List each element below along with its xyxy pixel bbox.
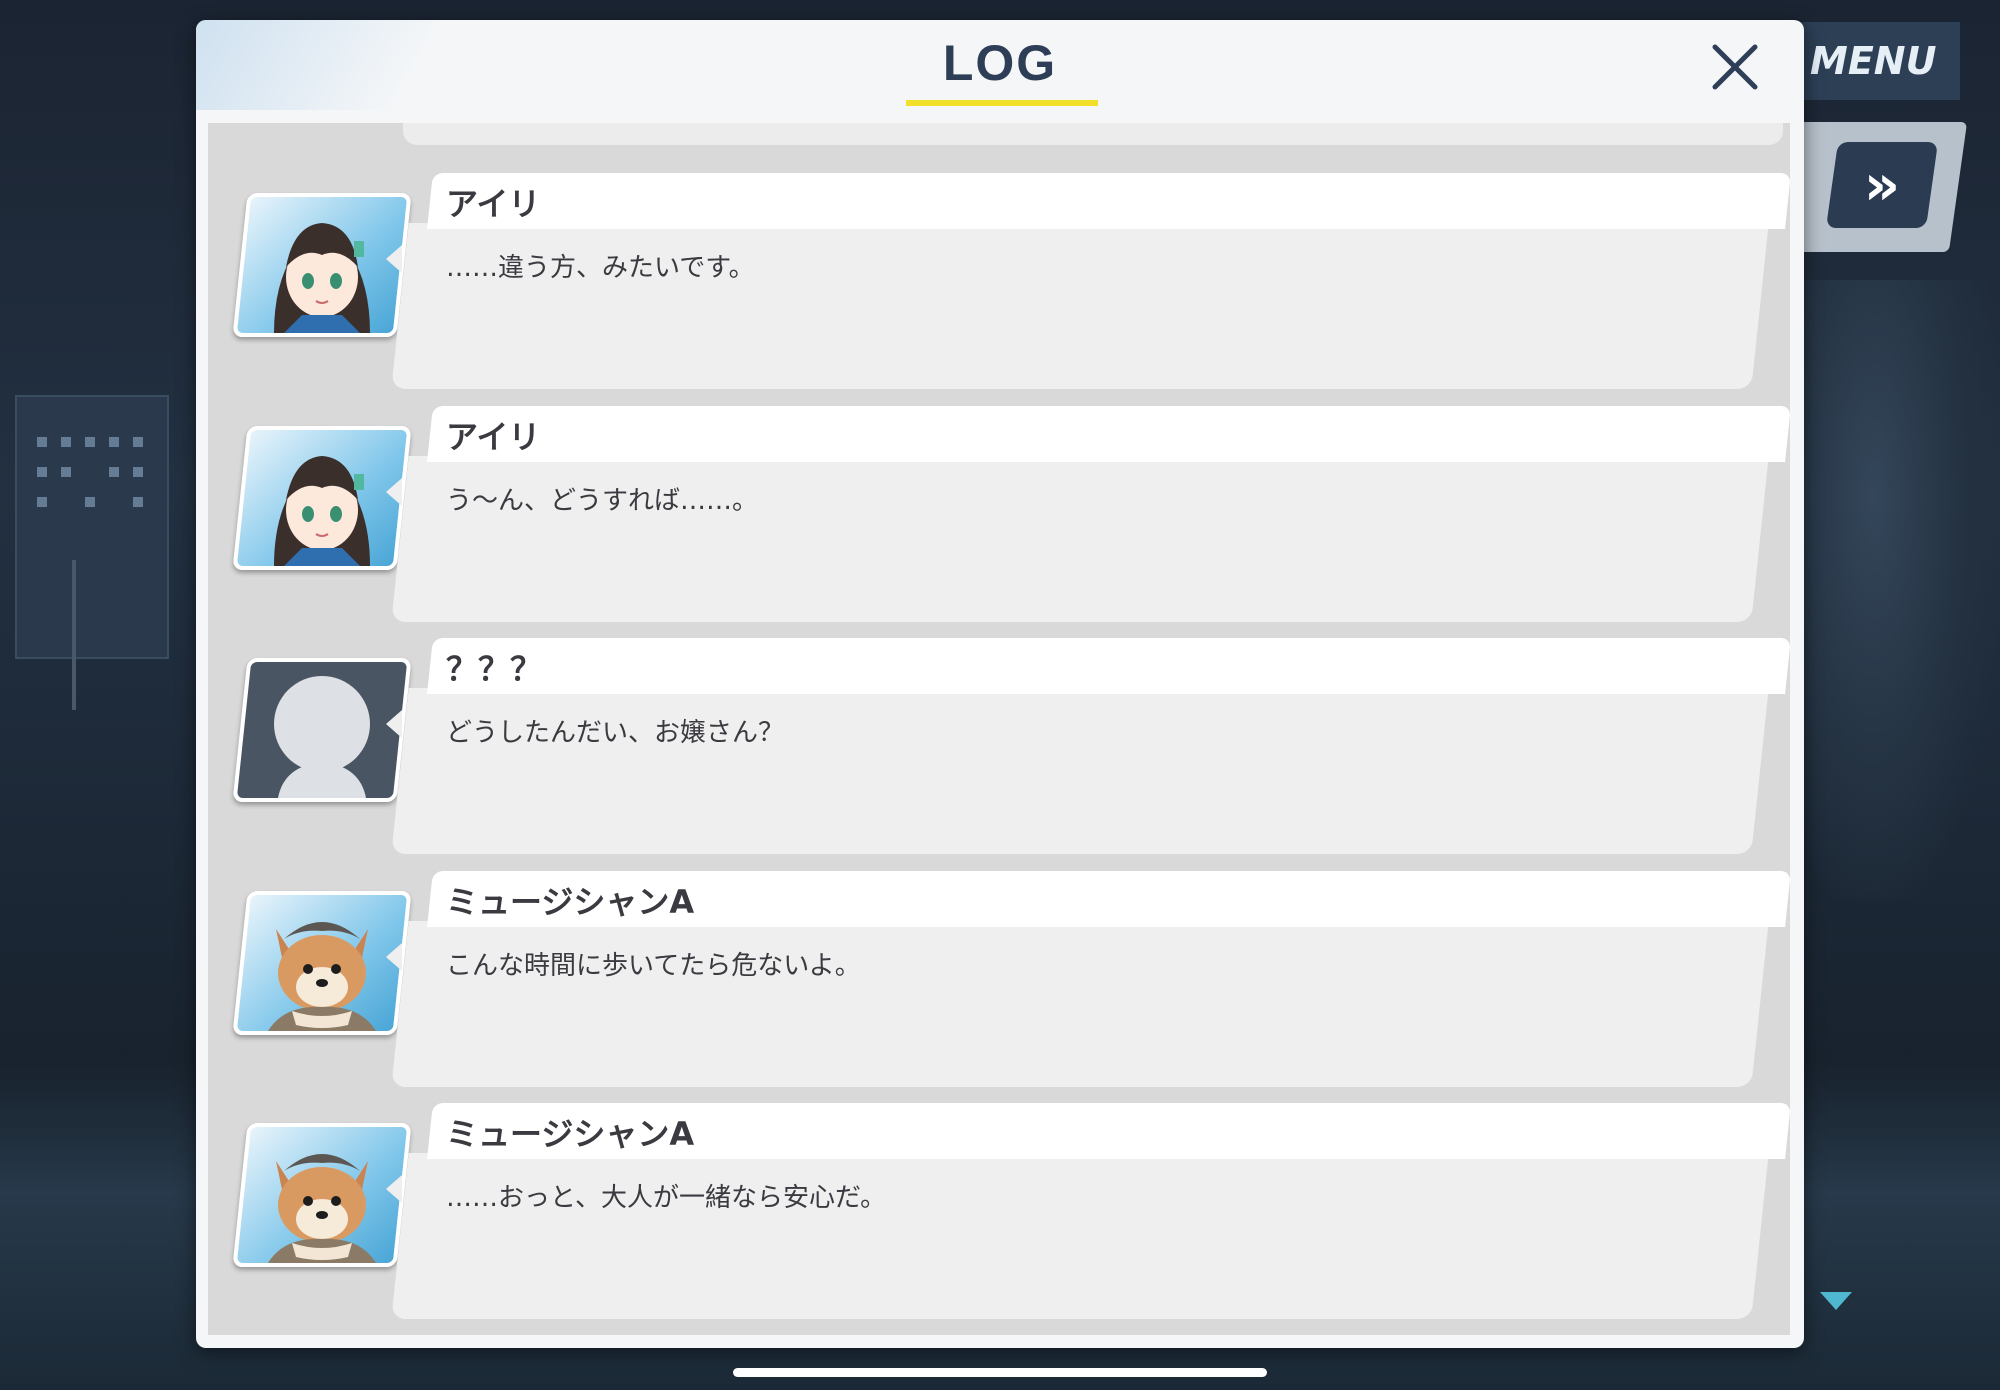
dialogue-bubble: ミュージシャンA こんな時間に歩いてたら危ないよ。 bbox=[386, 871, 1790, 1087]
log-entry: ？？？ どうしたんだい、お嬢さん？ bbox=[208, 638, 1790, 858]
speaker-name: アイリ bbox=[446, 418, 541, 456]
dialogue-text: ……違う方、みたいです。 bbox=[446, 253, 755, 283]
dialogue-bubble: アイリ ……違う方、みたいです。 bbox=[386, 173, 1790, 389]
bubble-tail bbox=[386, 245, 402, 273]
airi-portrait-icon bbox=[274, 456, 370, 566]
log-panel: LOG アイリ ……違う方、みたいです。 アイリ う～ん、どうすれば……。 ？？… bbox=[196, 20, 1804, 1348]
background-streetlamp bbox=[72, 560, 76, 710]
fast-forward-button[interactable]: » bbox=[1825, 142, 1939, 228]
log-entry: アイリ ……違う方、みたいです。 bbox=[208, 173, 1790, 393]
bubble-tail bbox=[386, 943, 402, 971]
background-tree bbox=[1790, 280, 2000, 900]
unknown-silhouette-icon bbox=[274, 676, 370, 798]
speaker-name: ？？？ bbox=[446, 650, 543, 688]
avatar bbox=[232, 658, 412, 802]
bubble-tail bbox=[386, 478, 402, 506]
previous-entry-partial bbox=[403, 123, 1783, 145]
dog-musician-portrait-icon bbox=[268, 1154, 376, 1263]
dialogue-bubble: ミュージシャンA ……おっと、大人が一緒なら安心だ。 bbox=[386, 1103, 1790, 1319]
dialogue-text: どうしたんだい、お嬢さん？ bbox=[446, 718, 785, 748]
avatar bbox=[232, 193, 412, 337]
scroll-down-indicator-icon[interactable] bbox=[1820, 1292, 1852, 1310]
bubble-tail bbox=[386, 1175, 402, 1203]
log-entry: アイリ う～ん、どうすれば……。 bbox=[208, 406, 1790, 626]
dialogue-bubble: アイリ う～ん、どうすれば……。 bbox=[386, 406, 1790, 622]
speaker-name: ミュージシャンA bbox=[446, 883, 695, 921]
speaker-name-bar bbox=[427, 638, 1790, 694]
dialogue-text: ……おっと、大人が一緒なら安心だ。 bbox=[446, 1183, 887, 1213]
dialogue-text: こんな時間に歩いてたら危ないよ。 bbox=[446, 951, 861, 981]
background-building bbox=[15, 395, 169, 659]
speaker-name: アイリ bbox=[446, 185, 541, 223]
dog-musician-portrait-icon bbox=[268, 922, 376, 1031]
avatar bbox=[232, 891, 412, 1035]
fast-forward-icon: » bbox=[1863, 152, 1901, 218]
dialogue-bubble: ？？？ どうしたんだい、お嬢さん？ bbox=[386, 638, 1790, 854]
log-entry: ミュージシャンA こんな時間に歩いてたら危ないよ。 bbox=[208, 871, 1790, 1091]
close-icon bbox=[1712, 44, 1758, 90]
avatar bbox=[232, 1123, 412, 1267]
home-indicator[interactable] bbox=[733, 1368, 1267, 1377]
speaker-name-bar bbox=[427, 406, 1790, 462]
speaker-name: ミュージシャンA bbox=[446, 1115, 695, 1153]
airi-portrait-icon bbox=[274, 223, 370, 333]
bubble-tail bbox=[386, 710, 402, 738]
log-list[interactable]: アイリ ……違う方、みたいです。 アイリ う～ん、どうすれば……。 ？？？ どう… bbox=[208, 123, 1790, 1335]
close-button[interactable] bbox=[1702, 34, 1768, 100]
speaker-name-bar bbox=[427, 173, 1790, 229]
log-entry: ミュージシャンA ……おっと、大人が一緒なら安心だ。 bbox=[208, 1103, 1790, 1323]
title-underline bbox=[906, 100, 1098, 106]
log-title: LOG bbox=[942, 35, 1058, 91]
avatar bbox=[232, 426, 412, 570]
dialogue-text: う～ん、どうすれば……。 bbox=[446, 486, 759, 516]
menu-button[interactable]: MENU bbox=[1780, 22, 1960, 100]
